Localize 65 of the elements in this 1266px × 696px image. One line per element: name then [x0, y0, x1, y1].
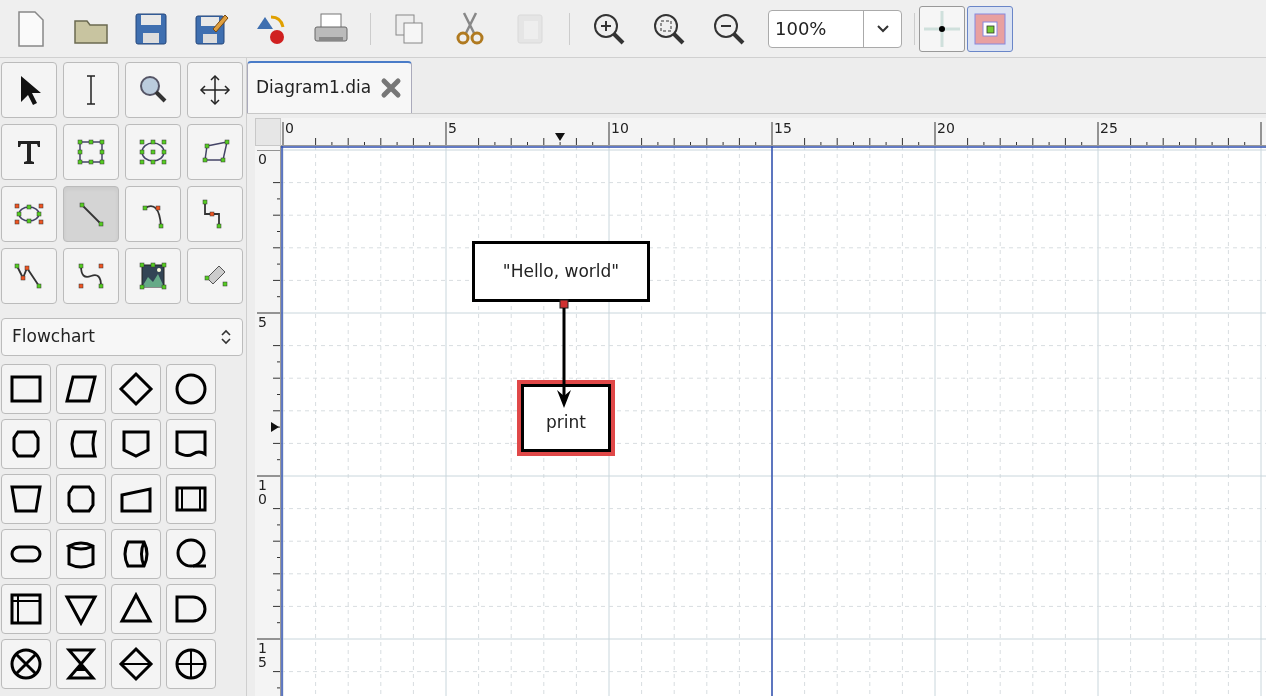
diagram-canvas[interactable]: "Hello, world" print [281, 146, 1266, 696]
or-shape-button[interactable] [166, 639, 216, 689]
document-tab[interactable]: Diagram1.dia [247, 61, 413, 113]
tape-shape-button[interactable] [166, 529, 216, 579]
ruler-label: 15 [258, 641, 268, 669]
ruler-label: 0 [258, 152, 268, 166]
image-tool[interactable] [125, 248, 181, 304]
stored-data-shape-button[interactable] [56, 419, 106, 469]
sheet-dropdown[interactable]: Flowchart [1, 318, 243, 356]
diamond-icon [116, 369, 156, 409]
position-marker-icon [555, 133, 566, 141]
box-tool[interactable] [63, 124, 119, 180]
ruler-label: 10 [258, 478, 268, 506]
ruler-label: 20 [937, 120, 955, 136]
snap-square-icon [972, 10, 1008, 47]
ruler-label: 0 [285, 120, 294, 136]
merge-shape-button[interactable] [56, 584, 106, 634]
magnify-tool[interactable] [125, 62, 181, 118]
ruler-label: 25 [1100, 120, 1118, 136]
scroll-tool[interactable] [187, 62, 243, 118]
bezier-tool[interactable] [63, 248, 119, 304]
box-shape-button[interactable] [1, 364, 51, 414]
ruler-corner [255, 118, 281, 146]
ruler-label: 5 [448, 120, 457, 136]
document-shape-button[interactable] [166, 419, 216, 469]
octagon-shape-button[interactable] [1, 419, 51, 469]
flowchart-box[interactable]: "Hello, world" [472, 241, 650, 302]
arc-tool[interactable] [125, 186, 181, 242]
terminal-shape-button[interactable] [1, 529, 51, 579]
zoom-combo[interactable]: 100% [768, 9, 902, 48]
parallelogram-shape-button[interactable] [56, 364, 106, 414]
chevron-down-icon [875, 23, 890, 34]
ruler-label: 15 [774, 120, 792, 136]
ruler-label: 10 [611, 120, 629, 136]
octagon-shape-button[interactable] [56, 474, 106, 524]
polygon-tool[interactable] [187, 124, 243, 180]
sort-shape-button[interactable] [111, 639, 161, 689]
circle-shape-button[interactable] [166, 364, 216, 414]
offpage-shape-button[interactable] [111, 419, 161, 469]
sort-icon [116, 644, 156, 684]
text-edit-icon [86, 75, 96, 105]
snap-objects-toggle[interactable] [967, 5, 1013, 52]
text-edit-tool[interactable] [63, 62, 119, 118]
ellipse-tool[interactable] [125, 124, 181, 180]
text-tool[interactable] [1, 124, 57, 180]
ruler-label: 5 [258, 315, 268, 329]
manual-input-shape-button[interactable] [111, 474, 161, 524]
trapezoid-shape-button[interactable] [1, 474, 51, 524]
summing-shape-button[interactable] [1, 639, 51, 689]
collate-shape-button[interactable] [56, 639, 106, 689]
internal-storage-shape-button[interactable] [1, 584, 51, 634]
cylinder-shape-button[interactable] [56, 529, 106, 579]
snap-grid-toggle[interactable] [919, 5, 965, 52]
pointer-tool[interactable] [1, 62, 57, 118]
grid-dot-icon [924, 10, 960, 47]
updown-icon [220, 328, 232, 346]
beziergon-tool[interactable] [1, 186, 57, 242]
diamond-shape-button[interactable] [111, 364, 161, 414]
predefined-shape-button[interactable] [166, 474, 216, 524]
delay-shape-button[interactable] [166, 584, 216, 634]
polyline-tool[interactable] [1, 248, 57, 304]
zigzag-tool[interactable] [187, 186, 243, 242]
drum-shape-button[interactable] [111, 529, 161, 579]
position-marker-icon [271, 422, 279, 433]
extract-shape-button[interactable] [111, 584, 161, 634]
